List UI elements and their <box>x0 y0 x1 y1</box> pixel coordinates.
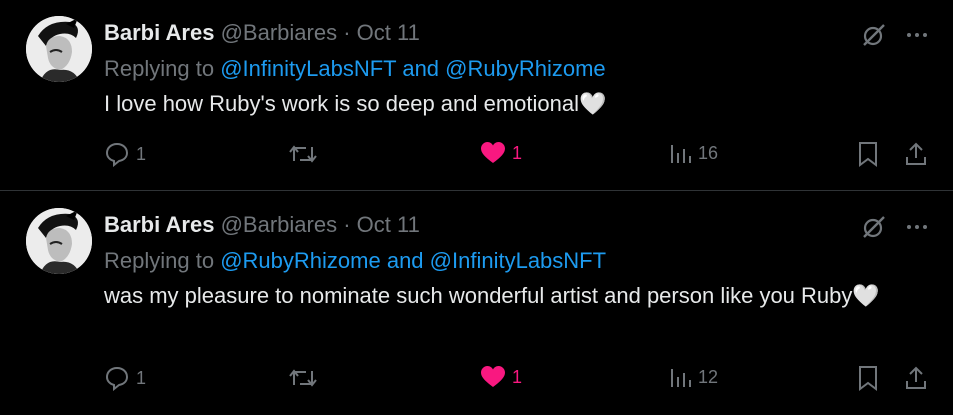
handle[interactable]: @Barbiares <box>221 20 338 45</box>
reply-bubble-icon <box>104 365 130 391</box>
top-icons <box>861 22 929 53</box>
replying-to: Replying to @RubyRhizome and @InfinityLa… <box>104 248 606 274</box>
avatar[interactable] <box>26 208 92 274</box>
mention-link[interactable]: @InfinityLabsNFT <box>430 248 606 273</box>
timestamp[interactable]: Oct 11 <box>357 212 420 237</box>
heart-filled-icon <box>480 365 506 389</box>
tweet-text: was my pleasure to nominate such wonderf… <box>104 283 880 308</box>
reply-bubble-icon <box>104 141 130 167</box>
retweet-icon <box>288 365 318 391</box>
more-dots-icon[interactable] <box>905 215 929 244</box>
reply-count: 1 <box>136 367 147 388</box>
reply-button[interactable]: 1 <box>104 141 146 167</box>
bookmark-button[interactable] <box>856 365 880 391</box>
grok-slash-icon[interactable] <box>861 22 887 53</box>
like-button[interactable]: 1 <box>480 141 522 165</box>
view-count: 16 <box>698 142 719 163</box>
display-name[interactable]: Barbi Ares <box>104 212 214 237</box>
heart-filled-icon <box>480 141 506 165</box>
mention-link[interactable]: @InfinityLabsNFT <box>220 56 396 81</box>
mention-conjunction: and <box>386 248 424 273</box>
retweet-button[interactable] <box>288 365 318 391</box>
tweet-text: I love how Ruby's work is so deep and em… <box>104 91 607 116</box>
action-bar: 1 1 12 <box>104 365 934 395</box>
action-bar: 1 1 16 <box>104 141 934 171</box>
mention-link[interactable]: @RubyRhizome <box>445 56 606 81</box>
mention-conjunction: and <box>402 56 440 81</box>
tweet-header: Barbi Ares @Barbiares · Oct 11 <box>104 212 420 238</box>
grok-slash-icon[interactable] <box>861 214 887 245</box>
replying-prefix: Replying to <box>104 56 215 81</box>
like-count: 1 <box>512 142 523 163</box>
like-button[interactable]: 1 <box>480 365 522 389</box>
tweet[interactable]: Barbi Ares @Barbiares · Oct 11 Replying … <box>0 191 953 415</box>
bookmark-icon <box>856 365 880 391</box>
tweet[interactable]: Barbi Ares @Barbiares · Oct 11 Replying … <box>0 0 953 191</box>
top-icons <box>861 214 929 245</box>
separator: · <box>343 212 351 237</box>
bookmark-icon <box>856 141 880 167</box>
share-upload-icon <box>904 141 928 167</box>
timestamp[interactable]: Oct 11 <box>357 20 420 45</box>
share-upload-icon <box>904 365 928 391</box>
tweet-header: Barbi Ares @Barbiares · Oct 11 <box>104 20 420 46</box>
retweet-icon <box>288 141 318 167</box>
bookmark-button[interactable] <box>856 141 880 167</box>
replying-to: Replying to @InfinityLabsNFT and @RubyRh… <box>104 56 606 82</box>
share-button[interactable] <box>904 141 928 167</box>
view-count: 12 <box>698 366 719 387</box>
views-button[interactable]: 12 <box>668 365 718 389</box>
more-dots-icon[interactable] <box>905 23 929 52</box>
views-bars-icon <box>668 141 692 165</box>
avatar[interactable] <box>26 16 92 82</box>
display-name[interactable]: Barbi Ares <box>104 20 214 45</box>
share-button[interactable] <box>904 365 928 391</box>
views-button[interactable]: 16 <box>668 141 718 165</box>
retweet-button[interactable] <box>288 141 318 167</box>
reply-count: 1 <box>136 143 147 164</box>
like-count: 1 <box>512 366 523 387</box>
mention-link[interactable]: @RubyRhizome <box>220 248 381 273</box>
replying-prefix: Replying to <box>104 248 215 273</box>
views-bars-icon <box>668 365 692 389</box>
handle[interactable]: @Barbiares <box>221 212 338 237</box>
separator: · <box>343 20 351 45</box>
reply-button[interactable]: 1 <box>104 365 146 391</box>
